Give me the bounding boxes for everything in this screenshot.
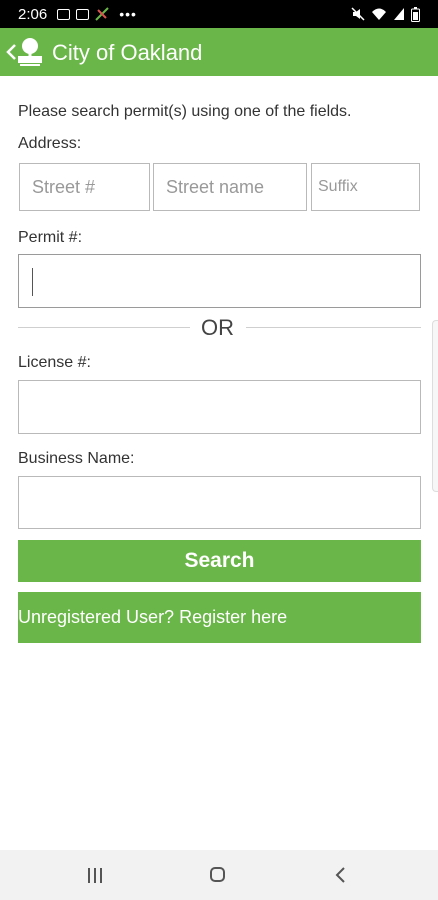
wifi-icon: [372, 8, 386, 20]
suffix-field[interactable]: [311, 163, 420, 211]
no-signal-icon: [95, 7, 109, 21]
street-number-input[interactable]: [20, 164, 149, 210]
permit-field[interactable]: [18, 254, 421, 308]
permit-input[interactable]: [19, 255, 420, 307]
street-name-input[interactable]: [154, 164, 306, 210]
image-icon: [57, 8, 71, 20]
overflow-dots: •••: [119, 6, 137, 22]
or-divider-text: OR: [201, 315, 234, 340]
status-left-icons: •••: [57, 6, 137, 22]
business-name-field[interactable]: [18, 476, 421, 529]
business-name-label: Business Name:: [18, 450, 135, 467]
address-label: Address:: [18, 135, 82, 152]
permit-label: Permit #:: [18, 229, 83, 246]
message-icon: [76, 8, 90, 20]
or-divider-left: [18, 327, 190, 328]
status-bar: 2:06 •••: [0, 0, 438, 28]
signal-icon: [394, 8, 404, 20]
back-icon[interactable]: [332, 866, 350, 884]
status-right-icons: [351, 0, 420, 28]
text-cursor: [32, 268, 33, 296]
license-field[interactable]: [18, 380, 421, 434]
license-input[interactable]: [19, 381, 420, 433]
street-number-field[interactable]: [19, 163, 150, 211]
battery-icon: [411, 6, 420, 22]
edge-panel-handle[interactable]: [432, 320, 438, 492]
home-icon[interactable]: [210, 867, 225, 882]
instructions-text: Please search permit(s) using one of the…: [18, 103, 352, 120]
app-title: City of Oakland: [52, 40, 203, 65]
recents-icon[interactable]: [88, 868, 104, 883]
mute-icon: [351, 7, 365, 21]
app-bar: City of Oakland: [0, 28, 438, 76]
license-label: License #:: [18, 354, 91, 371]
search-button[interactable]: Search: [18, 540, 421, 582]
system-nav-bar: [0, 850, 438, 900]
register-button[interactable]: Unregistered User? Register here: [18, 592, 421, 643]
business-name-input[interactable]: [19, 477, 420, 528]
oakland-building-logo-icon: [18, 38, 42, 66]
suffix-input[interactable]: [312, 164, 419, 210]
street-name-field[interactable]: [153, 163, 307, 211]
status-time: 2:06: [18, 5, 48, 23]
or-divider-right: [246, 327, 421, 328]
